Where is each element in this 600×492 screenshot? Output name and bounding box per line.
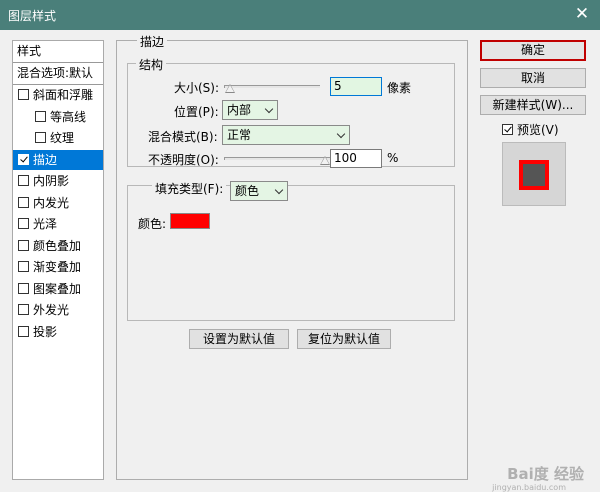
opacity-slider-thumb[interactable]	[320, 156, 330, 165]
sidebar-item-label: 描边	[33, 152, 58, 167]
position-label: 位置(P):	[174, 105, 219, 119]
checkbox-icon[interactable]	[18, 89, 29, 100]
sidebar-item-label: 斜面和浮雕	[33, 88, 94, 102]
blend-mode-select[interactable]: 正常	[222, 125, 350, 145]
size-input[interactable]: 5	[330, 77, 382, 96]
size-slider-track[interactable]	[224, 85, 320, 88]
ok-button[interactable]: 确定	[480, 40, 586, 61]
chevron-down-icon	[274, 185, 284, 195]
fill-type-select[interactable]: 颜色	[230, 181, 288, 201]
blending-options-item[interactable]: 混合选项:默认	[13, 63, 103, 83]
blend-mode-value: 正常	[227, 128, 252, 142]
checkbox-icon[interactable]	[18, 175, 29, 186]
sidebar-item[interactable]: 描边	[13, 149, 103, 170]
checkbox-icon[interactable]	[18, 196, 29, 208]
stroke-panel: 描边 结构 大小(S): 5 像素 位置(P): 内部 混合模式(B): 正常 …	[116, 33, 468, 480]
checkbox-icon[interactable]	[35, 110, 46, 122]
sidebar-item[interactable]: 投影	[13, 322, 103, 342]
sidebar-item-label: 图案叠加	[33, 281, 82, 296]
section-title-stroke: 描边	[137, 33, 168, 50]
sidebar-item-label: 投影	[33, 324, 58, 339]
style-list: 样式 混合选项:默认 斜面和浮雕等高线纹理描边内阴影内发光光泽颜色叠加渐变叠加图…	[12, 40, 104, 480]
sidebar-item-label: 外发光	[33, 303, 70, 317]
color-label: 颜色:	[138, 217, 167, 231]
sidebar-item-label: 光泽	[33, 217, 58, 231]
chevron-down-icon	[336, 129, 346, 139]
layer-style-dialog: 图层样式 ✕ 样式 混合选项:默认 斜面和浮雕 等高线 纹理 描边 内阴影 内发光 光泽 颜色…	[0, 0, 600, 492]
sidebar-item-label: 内发光	[33, 195, 70, 210]
fill-type-value: 颜色	[235, 184, 260, 198]
cancel-button[interactable]: 取消	[480, 68, 586, 88]
blend-mode-label: 混合模式(B):	[148, 130, 218, 144]
opacity-slider-track[interactable]	[224, 157, 330, 160]
checkbox-icon[interactable]	[18, 261, 29, 272]
preview-checkbox[interactable]: 预览(V)	[502, 121, 559, 138]
stroke-color-swatch[interactable]	[170, 213, 210, 229]
preview-label: 预览(V)	[517, 123, 559, 137]
sidebar-item-label: 等高线	[50, 109, 87, 124]
structure-title: 结构	[136, 56, 167, 73]
opacity-input[interactable]: 100	[330, 149, 382, 168]
new-style-button[interactable]: 新建样式(W)...	[480, 95, 586, 115]
window-title: 图层样式	[8, 9, 57, 23]
checkbox-icon	[502, 124, 513, 135]
sidebar-item[interactable]: 外发光	[13, 300, 103, 320]
preview-shape	[519, 160, 549, 190]
structure-group: 结构 大小(S): 5 像素 位置(P): 内部 混合模式(B): 正常 不透明…	[127, 56, 455, 168]
sidebar-item-label: 颜色叠加	[33, 238, 82, 253]
checkbox-icon[interactable]	[18, 239, 29, 251]
sidebar-item[interactable]: 内发光	[13, 193, 103, 213]
sidebar-item-label: 内阴影	[33, 174, 70, 188]
sidebar-item[interactable]: 斜面和浮雕	[13, 85, 103, 105]
checkbox-icon[interactable]	[18, 153, 29, 165]
set-default-button[interactable]: 设置为默认值	[189, 329, 289, 349]
position-value: 内部	[227, 103, 252, 117]
title-bar: 图层样式 ✕	[0, 0, 600, 30]
opacity-unit: %	[387, 151, 399, 165]
sidebar-item-label: 纹理	[50, 131, 75, 145]
fill-type-label: 填充类型(F):	[152, 179, 227, 199]
sidebar-item[interactable]: 内阴影	[13, 171, 103, 191]
checkbox-icon[interactable]	[18, 218, 29, 229]
checkbox-icon[interactable]	[18, 304, 29, 315]
sidebar-item[interactable]: 纹理	[13, 128, 103, 148]
sidebar-item[interactable]: 渐变叠加	[13, 257, 103, 277]
checkbox-icon[interactable]	[18, 282, 29, 294]
size-unit: 像素	[387, 81, 412, 95]
preview-thumbnail	[502, 142, 566, 206]
position-select[interactable]: 内部	[222, 100, 278, 120]
size-label: 大小(S):	[174, 81, 220, 95]
styles-header[interactable]: 样式	[13, 41, 103, 61]
watermark-logo: Bai度 经验	[507, 465, 584, 483]
fill-type-group: 填充类型(F): 颜色 颜色:	[127, 179, 455, 321]
sidebar-item[interactable]: 颜色叠加	[13, 236, 103, 256]
sidebar-item-label: 渐变叠加	[33, 260, 82, 274]
sidebar-item[interactable]: 光泽	[13, 214, 103, 234]
chevron-down-icon	[264, 104, 274, 114]
close-icon[interactable]: ✕	[572, 4, 592, 24]
watermark-url: jingyan.baidu.com	[492, 483, 566, 492]
reset-default-button[interactable]: 复位为默认值	[297, 329, 391, 349]
checkbox-icon[interactable]	[35, 132, 46, 143]
sidebar-item[interactable]: 图案叠加	[13, 279, 103, 299]
checkbox-icon[interactable]	[18, 325, 29, 337]
size-slider-thumb[interactable]	[224, 84, 235, 93]
opacity-label: 不透明度(O):	[148, 153, 219, 167]
sidebar-item[interactable]: 等高线	[13, 107, 103, 127]
